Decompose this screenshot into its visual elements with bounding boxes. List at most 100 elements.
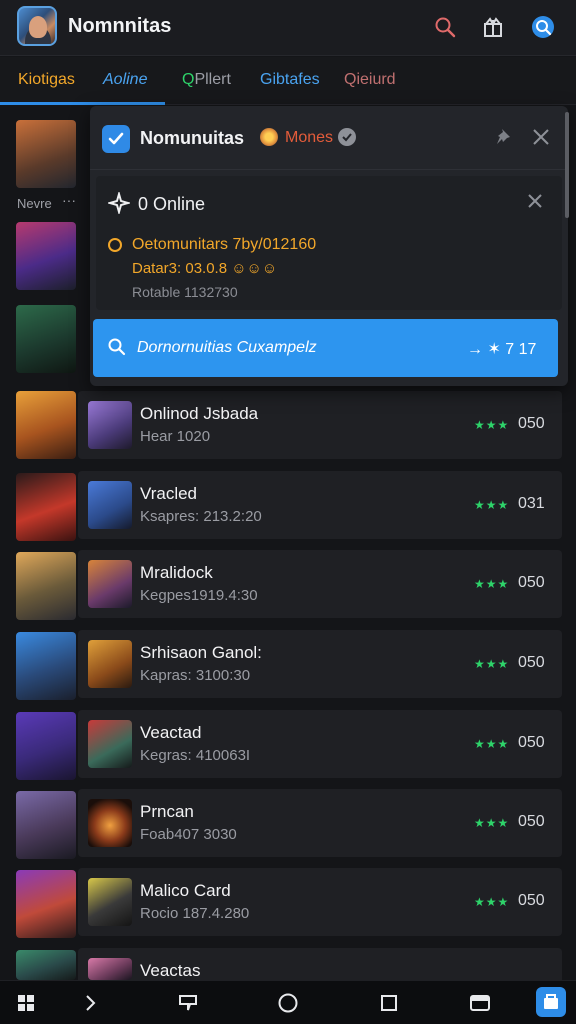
tab-bar: Kiotigas Aoline QPllert Gibtafes Qieiurd <box>0 57 576 105</box>
gift-icon[interactable] <box>480 14 506 40</box>
game-icon <box>88 958 132 980</box>
item-subtitle: Ksapres: 213.2:20 <box>140 508 262 525</box>
tab-aoline[interactable]: Aoline <box>103 71 147 89</box>
item-score: 050 <box>518 813 545 830</box>
community-rotable-line: Rotable 1132730 <box>132 284 238 300</box>
profile-search-icon[interactable] <box>530 14 556 40</box>
item-subtitle: Hear 1020 <box>140 428 211 445</box>
app-title: Nomnnitas <box>68 15 172 37</box>
game-thumbnail[interactable] <box>16 791 76 859</box>
game-thumbnail[interactable] <box>16 120 76 188</box>
search-action[interactable]: → ✶ 7 17 <box>467 339 536 359</box>
search-icon <box>107 337 129 359</box>
community-date-line: Datar3: 03.0.8 ☺☺☺ <box>132 260 278 277</box>
emoji-icon <box>260 128 278 146</box>
square-icon[interactable] <box>377 991 401 1015</box>
item-title: Srhisaon Ganol: <box>140 643 262 662</box>
item-title: Malico Card <box>140 881 231 900</box>
list-item[interactable]: Vracled Ksapres: 213.2:20 ★★★ 031 <box>78 471 562 539</box>
online-label: 0 Online <box>138 194 206 214</box>
game-thumbnail[interactable] <box>16 391 76 459</box>
popup-header: Nomunuitas Mones <box>90 106 568 170</box>
tab-gibtafes[interactable]: Gibtafes <box>260 71 320 89</box>
list-item[interactable]: Mralidock Kegpes1919.4:30 ★★★ 050 <box>78 550 562 618</box>
game-thumbnail[interactable] <box>16 222 76 290</box>
tab-kiotigas[interactable]: Kiotigas <box>18 71 75 89</box>
app-avatar[interactable] <box>17 6 57 46</box>
sidebar-label: Nevre <box>17 196 52 211</box>
item-score: 050 <box>518 574 545 591</box>
item-title: Vracled <box>140 484 198 503</box>
popup-title: Nomunuitas <box>140 128 245 148</box>
game-icon <box>88 481 132 529</box>
share-arrow-icon <box>106 190 132 216</box>
chat-icon <box>108 238 122 252</box>
game-icon <box>88 799 132 847</box>
home-circle-icon[interactable] <box>276 991 300 1015</box>
item-title: Prncan <box>140 802 194 821</box>
app-header: Nomnnitas <box>0 0 576 56</box>
item-subtitle: Kegpes1919.4:30 <box>140 587 258 604</box>
item-title: Veactas <box>140 961 201 980</box>
game-icon <box>88 720 132 768</box>
pin-icon[interactable] <box>494 126 518 150</box>
scrollbar[interactable] <box>565 112 569 218</box>
game-thumbnail[interactable] <box>16 632 76 700</box>
list-item[interactable]: Malico Card Rocio 187.4.280 ★★★ 050 <box>78 868 562 936</box>
item-score: 050 <box>518 415 545 432</box>
store-icon[interactable] <box>536 987 566 1017</box>
tab-pllert-prefix: Q <box>182 71 195 88</box>
game-thumbnail[interactable] <box>16 552 76 620</box>
item-subtitle: Foab407 3030 <box>140 826 237 843</box>
rating-stars: ★★★ <box>474 577 510 591</box>
bottom-navigation <box>0 980 576 1024</box>
close-icon[interactable] <box>526 192 546 212</box>
item-title: Onlinod Jsbada <box>140 404 259 423</box>
game-icon <box>88 640 132 688</box>
community-stat-line: Oetomunitars 7by/012160 <box>132 236 317 253</box>
close-icon[interactable] <box>530 126 554 150</box>
game-thumbnail[interactable] <box>16 950 76 980</box>
inbox-icon[interactable] <box>468 991 492 1015</box>
game-thumbnail[interactable] <box>16 305 76 373</box>
game-icon <box>88 401 132 449</box>
search-icon[interactable] <box>432 14 458 40</box>
tab-qieiurd[interactable]: Qieiurd <box>344 71 396 89</box>
rating-stars: ★★★ <box>474 498 510 512</box>
rating-stars: ★★★ <box>474 816 510 830</box>
game-thumbnail[interactable] <box>16 473 76 541</box>
list-item[interactable]: Srhisaon Ganol: Kapras: 3100:30 ★★★ 050 <box>78 630 562 698</box>
item-score: 050 <box>518 654 545 671</box>
rating-stars: ★★★ <box>474 895 510 909</box>
bookmark-icon[interactable] <box>176 991 200 1015</box>
list-item[interactable]: Veactas <box>78 948 562 980</box>
check-icon <box>102 125 130 153</box>
item-subtitle: Rocio 187.4.280 <box>140 905 250 922</box>
item-score: 050 <box>518 734 545 751</box>
game-thumbnail[interactable] <box>16 712 76 780</box>
item-subtitle: Kegras: 410063I <box>140 747 251 764</box>
list-item[interactable]: Veactad Kegras: 410063I ★★★ 050 <box>78 710 562 778</box>
game-icon <box>88 878 132 926</box>
tab-pllert-label: Pllert <box>194 71 231 88</box>
item-title: Veactad <box>140 723 202 742</box>
community-search-bar[interactable]: Dornornuitias Cuxampelz → ✶ 7 17 <box>93 319 558 377</box>
list-item[interactable]: Prncan Foab407 3030 ★★★ 050 <box>78 789 562 857</box>
active-tab-indicator <box>0 102 165 105</box>
item-subtitle: Kapras: 3100:30 <box>140 667 251 684</box>
community-popup: Nomunuitas Mones 0 Online Oetomunitars 7… <box>90 106 568 386</box>
chevron-right-icon[interactable] <box>78 991 102 1015</box>
game-thumbnail[interactable] <box>16 870 76 938</box>
item-score: 050 <box>518 892 545 909</box>
online-card: 0 Online Oetomunitars 7by/012160 Datar3:… <box>96 176 562 310</box>
rating-stars: ★★★ <box>474 737 510 751</box>
rating-stars: ★★★ <box>474 418 510 432</box>
game-icon <box>88 560 132 608</box>
search-placeholder: Dornornuitias Cuxampelz <box>137 339 317 356</box>
rating-stars: ★★★ <box>474 657 510 671</box>
list-item[interactable]: Onlinod Jsbada Hear 1020 ★★★ 050 <box>78 391 562 459</box>
tab-pllert[interactable]: QPllert <box>182 71 231 89</box>
grid-icon[interactable] <box>14 991 38 1015</box>
more-icon[interactable]: ··· <box>62 192 76 208</box>
verified-icon <box>338 128 356 146</box>
